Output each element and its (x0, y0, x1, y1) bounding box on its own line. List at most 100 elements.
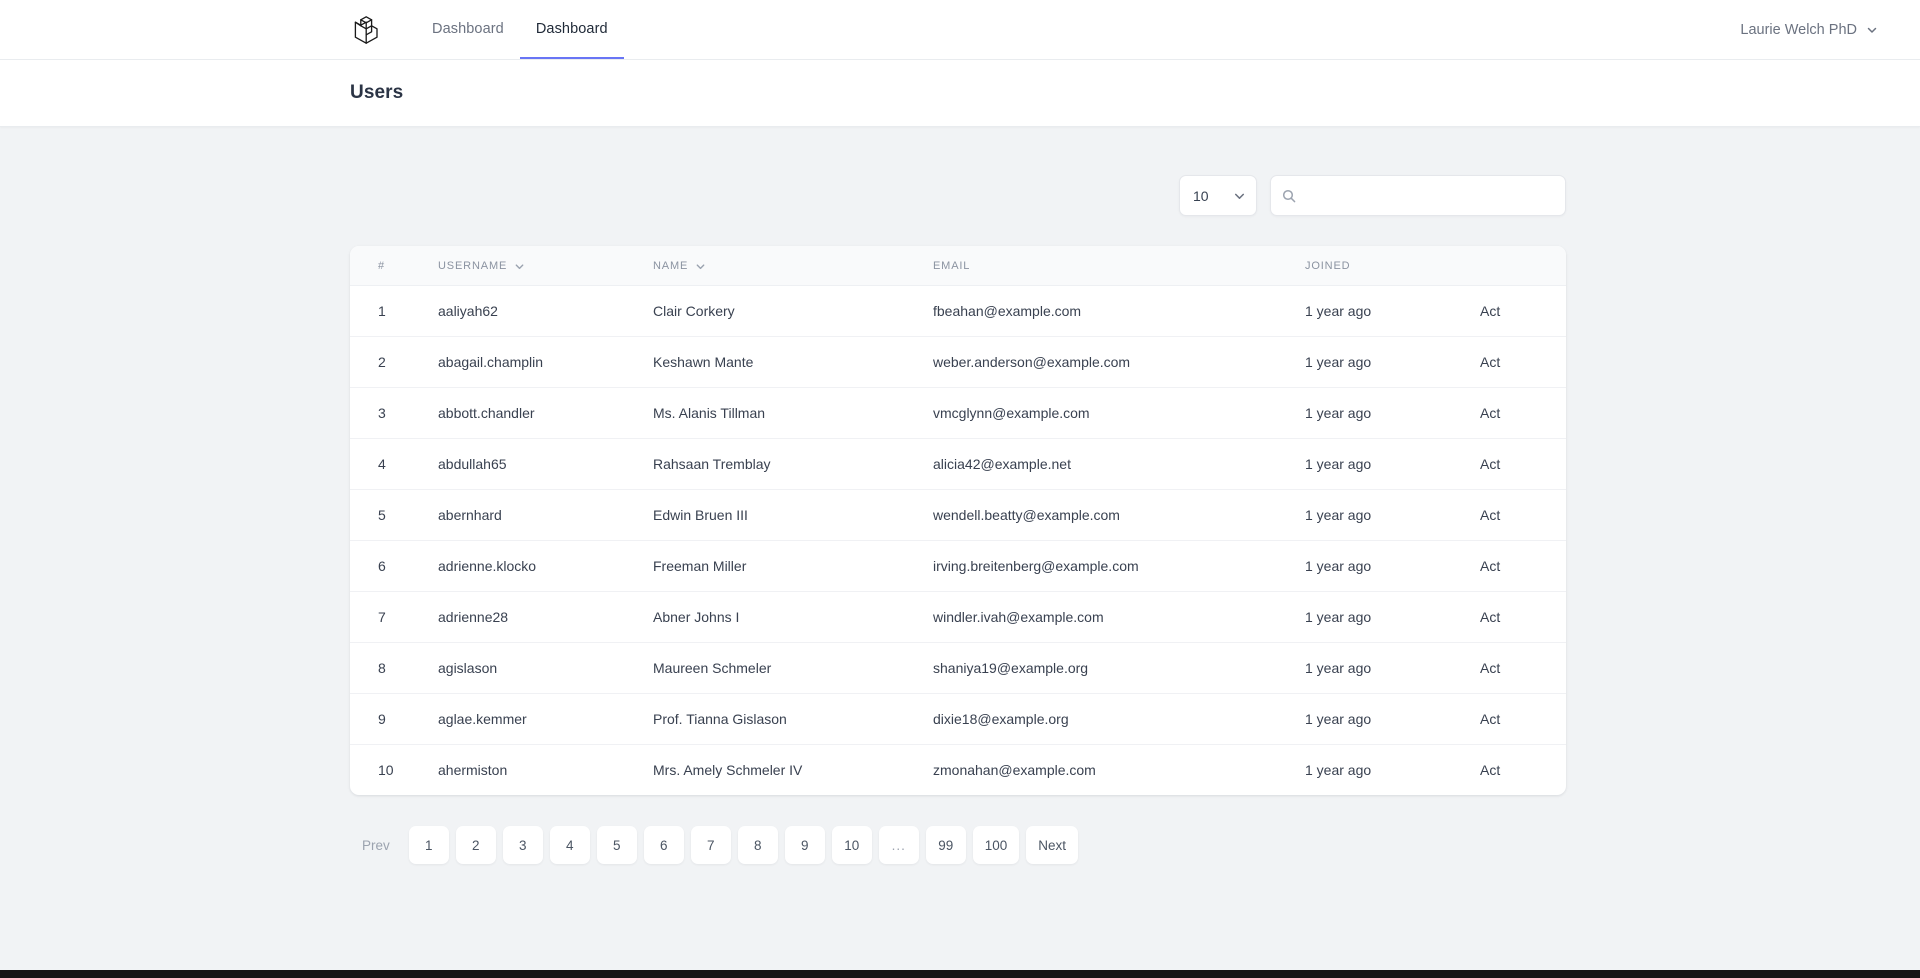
column-header-actions (1480, 246, 1566, 286)
cell-email: shaniya19@example.org (933, 642, 1305, 694)
cell-email: weber.anderson@example.com (933, 336, 1305, 388)
table-row: 3 abbott.chandler Ms. Alanis Tillman vmcgly… (350, 387, 1566, 439)
chevron-down-icon (695, 261, 706, 272)
table-row: 10 ahermiston Mrs. Amely Schmeler IV zmonah… (350, 745, 1566, 796)
column-header-index: # (350, 246, 438, 286)
table-row: 5 abernhard Edwin Bruen III wendell.beatty@… (350, 489, 1566, 541)
cell-act[interactable]: Act (1480, 285, 1566, 337)
cell-join: 1 year ago (1305, 693, 1480, 745)
cell-user: agislason (438, 642, 653, 694)
cell-join: 1 year ago (1305, 438, 1480, 490)
table-row: 4 abdullah65 Rahsaan Tremblay alicia42@exam… (350, 438, 1566, 490)
column-label: JOINED (1305, 260, 1351, 272)
pagination-page-99[interactable]: 99 (925, 826, 966, 864)
chevron-down-icon (514, 261, 525, 272)
pagination-page-10[interactable]: 10 (831, 826, 872, 864)
cell-join: 1 year ago (1305, 387, 1480, 439)
cell-name: Mrs. Amely Schmeler IV (653, 762, 803, 778)
pagination-page-7[interactable]: 7 (690, 826, 731, 864)
page-title: Users (350, 82, 404, 103)
cell-act[interactable]: Act (1480, 336, 1566, 388)
cell-email: fbeahan@example.com (933, 285, 1305, 337)
nav-link-dashboard-1[interactable]: Dashboard (416, 0, 520, 59)
column-label: NAME (653, 260, 689, 272)
pagination-page-6[interactable]: 6 (643, 826, 684, 864)
search-wrapper (1270, 175, 1566, 216)
users-table: # USERNAME NAME EMAIL JOINED 1 aaliyah62… (350, 246, 1566, 795)
table-head: # USERNAME NAME EMAIL JOINED (350, 246, 1566, 286)
user-menu-label: Laurie Welch PhD (1740, 21, 1857, 38)
cell-join: 1 year ago (1305, 336, 1480, 388)
pagination-page-100[interactable]: 100 (972, 826, 1020, 864)
pagination-page-1[interactable]: 1 (408, 826, 449, 864)
cell-user: adrienne.klocko (438, 540, 653, 592)
cell-user: abdullah65 (438, 438, 653, 490)
cell-user: abbott.chandler (438, 387, 653, 439)
cell-user: aaliyah62 (438, 285, 653, 337)
cell-email: wendell.beatty@example.com (933, 489, 1305, 541)
search-input[interactable] (1270, 175, 1566, 216)
cell-num: 7 (350, 591, 438, 643)
table-body: 1 aaliyah62 Clair Corkery fbeahan@example.c… (350, 285, 1566, 796)
cell-join: 1 year ago (1305, 540, 1480, 592)
cell-user: aglae.kemmer (438, 693, 653, 745)
per-page-select[interactable]: 102550100 (1179, 175, 1257, 216)
cell-name: Abner Johns I (653, 591, 933, 643)
pagination-page-8[interactable]: 8 (737, 826, 778, 864)
table-row: 6 adrienne.klocko Freeman Miller irving.bre… (350, 540, 1566, 592)
pagination-page-5[interactable]: 5 (596, 826, 637, 864)
column-label: # (378, 260, 385, 272)
pagination-page-9[interactable]: 9 (784, 826, 825, 864)
cell-join: 1 year ago (1305, 642, 1480, 694)
cell-act[interactable]: Act (1480, 438, 1566, 490)
table-row: 8 agislason Maureen Schmeler shaniya19@exam… (350, 642, 1566, 694)
cell-email: dixie18@example.org (933, 693, 1305, 745)
cell-act[interactable]: Act (1480, 540, 1566, 592)
per-page-select-wrapper: 102550100 (1179, 175, 1257, 216)
cell-act[interactable]: Act (1480, 642, 1566, 694)
column-header-username[interactable]: USERNAME (438, 246, 653, 286)
cell-join: 1 year ago (1305, 762, 1372, 778)
cell-join: 1 year ago (1305, 285, 1480, 337)
cell-name: Ms. Alanis Tillman (653, 387, 933, 439)
cell-act[interactable]: Act (1480, 693, 1566, 745)
cell-act[interactable]: Act (1480, 387, 1566, 439)
cell-email: windler.ivah@example.com (933, 591, 1305, 643)
column-header-joined: JOINED (1305, 246, 1480, 286)
cell-name: Prof. Tianna Gislason (653, 693, 933, 745)
cell-name: Freeman Miller (653, 540, 933, 592)
cell-act[interactable]: Act (1480, 489, 1566, 541)
pagination-next[interactable]: Next (1026, 826, 1079, 864)
pagination-ellipsis[interactable]: ... (878, 826, 919, 864)
cell-num: 8 (350, 642, 438, 694)
cell-user: abernhard (438, 489, 653, 541)
main-content: 102550100 # (0, 127, 1920, 864)
cell-email: zmonahan@example.com (933, 762, 1096, 778)
cell-name: Maureen Schmeler (653, 642, 933, 694)
cell-num: 6 (350, 540, 438, 592)
cell-join: 1 year ago (1305, 489, 1480, 541)
brand-logo-link[interactable] (350, 0, 416, 59)
cell-user: adrienne28 (438, 591, 653, 643)
cell-num: 1 (350, 285, 438, 337)
pagination-page-2[interactable]: 2 (455, 826, 496, 864)
pagination: Prev 1 2 3 4 5 6 7 8 9 10... 99 100 Next (350, 795, 1566, 864)
column-label: EMAIL (933, 260, 971, 272)
user-menu-button[interactable]: Laurie Welch PhD (1738, 16, 1880, 44)
laravel-logo-icon (350, 14, 380, 46)
column-header-name[interactable]: NAME (653, 246, 933, 286)
cell-act[interactable]: Act (1480, 591, 1566, 643)
chevron-down-icon (1866, 24, 1878, 36)
table-row: 2 abagail.champlin Keshawn Mante weber.ande… (350, 336, 1566, 388)
nav-link-dashboard-2[interactable]: Dashboard (519, 0, 624, 59)
cell-act[interactable]: Act (1480, 745, 1566, 796)
pagination-page-4[interactable]: 4 (549, 826, 590, 864)
pagination-page-3[interactable]: 3 (502, 826, 543, 864)
cell-num: 2 (350, 336, 438, 388)
cell-num: 4 (350, 438, 438, 490)
cell-user: abagail.champlin (438, 336, 653, 388)
table-row: 9 aglae.kemmer Prof. Tianna Gislason dixie1… (350, 693, 1566, 745)
top-navbar: Dashboard Dashboard Laurie Welch PhD (0, 0, 1920, 60)
column-header-email: EMAIL (933, 246, 1305, 286)
cell-name: Edwin Bruen III (653, 489, 933, 541)
